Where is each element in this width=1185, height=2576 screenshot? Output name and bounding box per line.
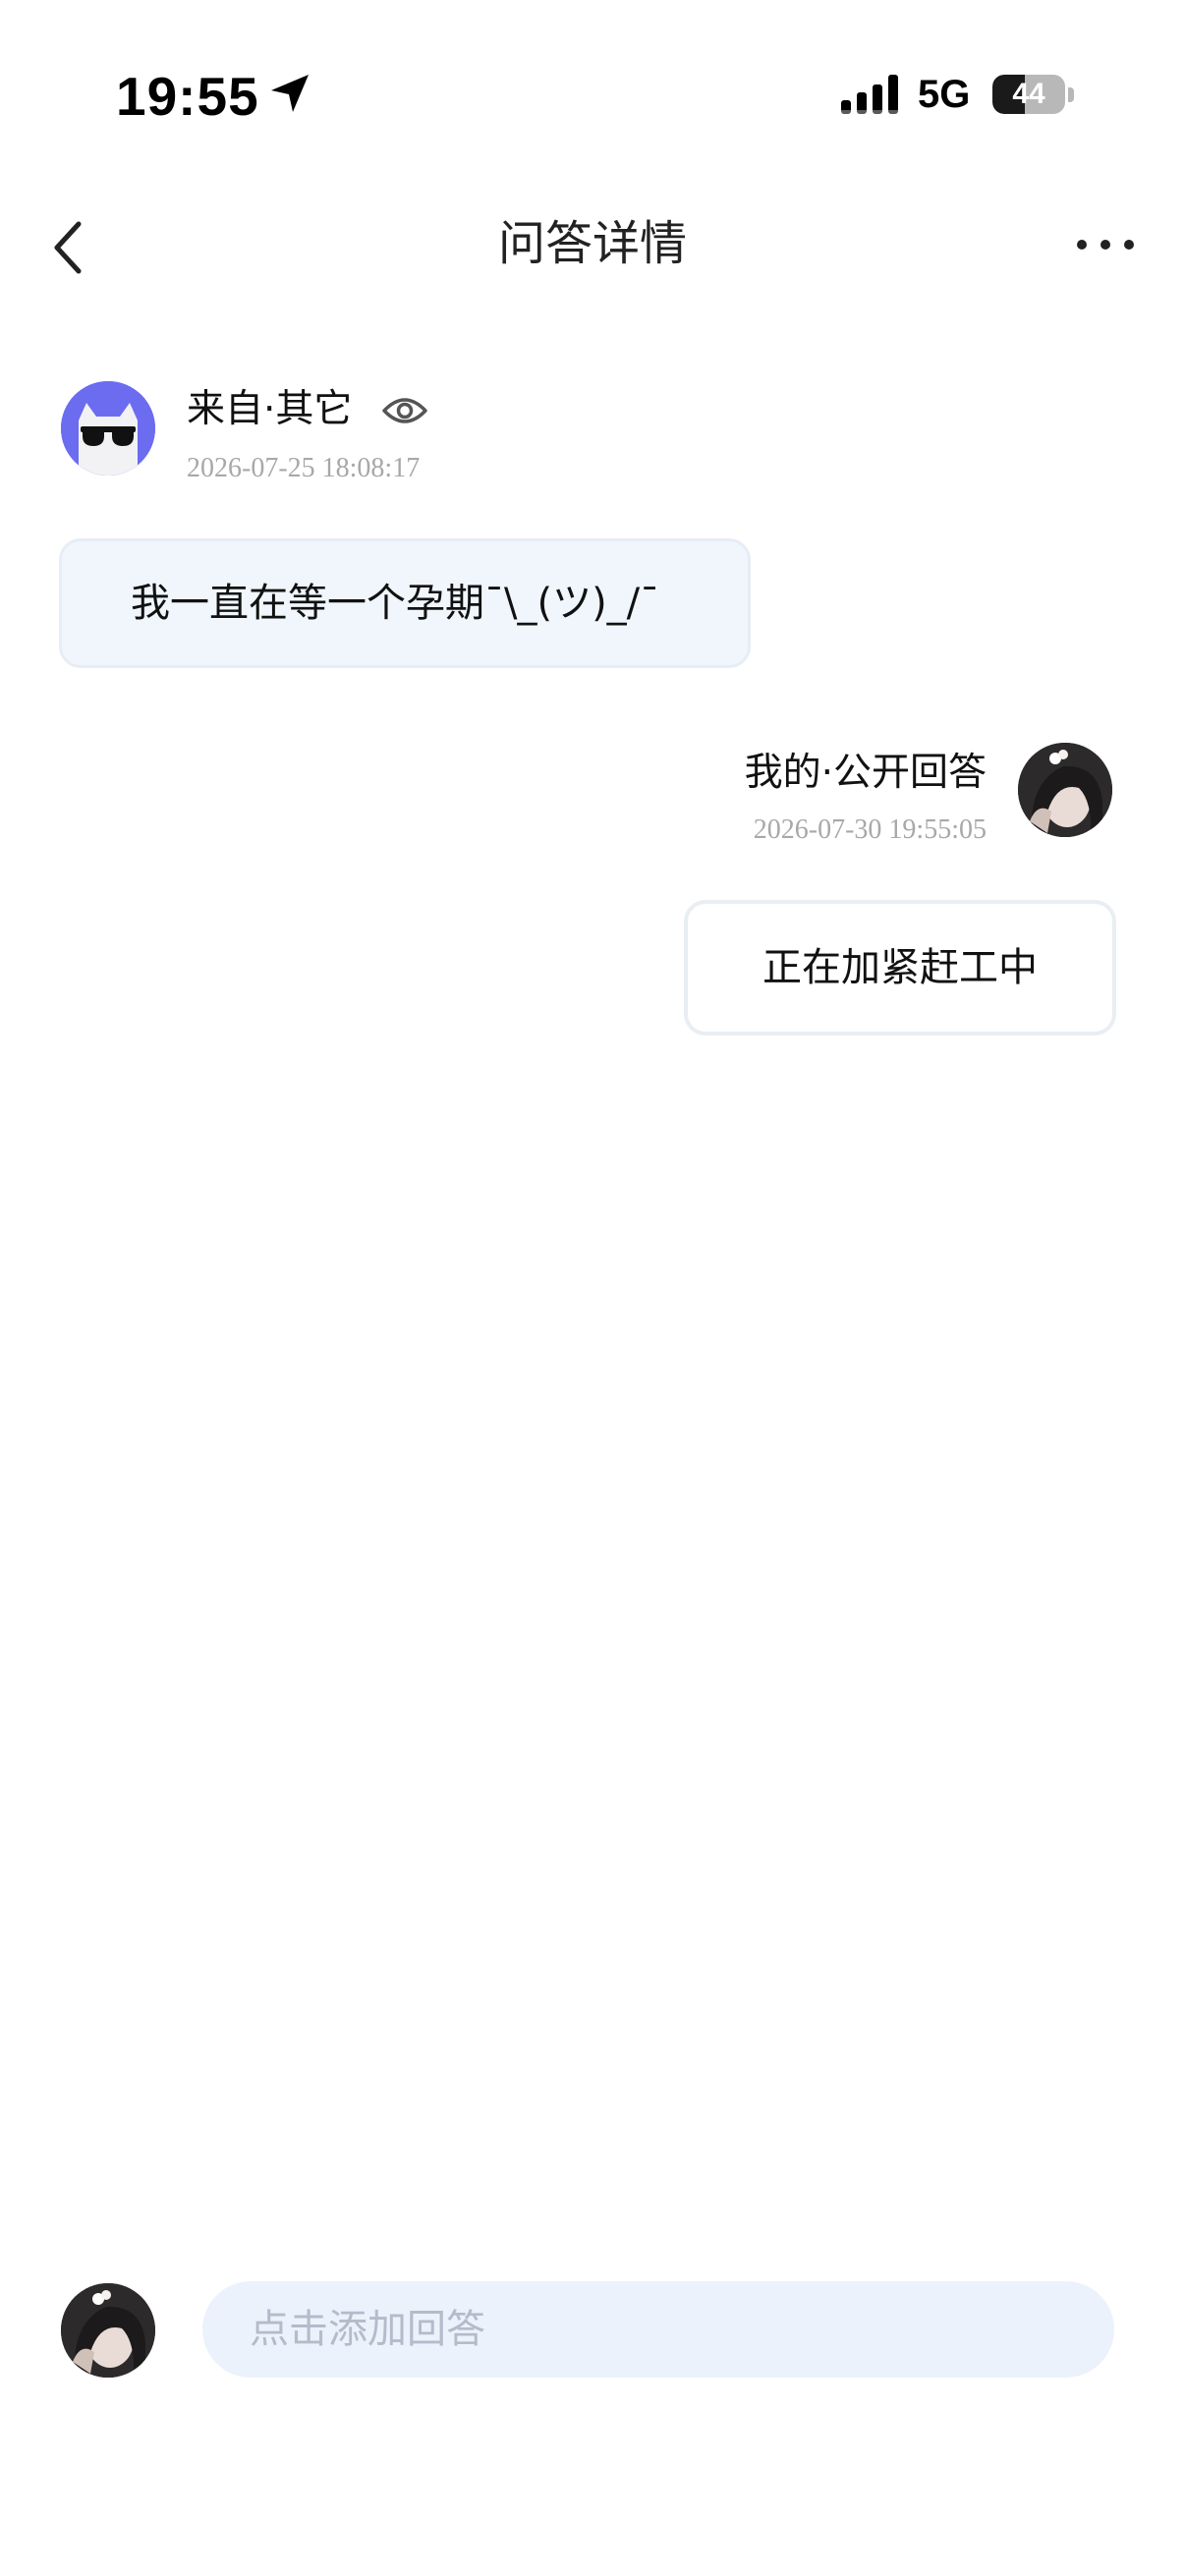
more-horizontal-icon — [1077, 240, 1134, 250]
location-arrow-icon — [267, 71, 312, 116]
answer-timestamp: 2026-07-30 19:55:05 — [753, 814, 987, 845]
battery-icon: 44 — [992, 75, 1065, 114]
more-options-button[interactable] — [1071, 220, 1140, 269]
add-answer-input[interactable] — [202, 2281, 1114, 2378]
answer-text: 正在加紧赶工中 — [762, 945, 1038, 990]
battery-percent: 44 — [1012, 78, 1045, 110]
status-time: 19:55 — [116, 66, 259, 127]
battery-cap — [1068, 87, 1074, 102]
user-photo-avatar-icon — [1018, 743, 1112, 837]
network-type: 5G — [918, 73, 971, 116]
answerer-avatar[interactable] — [1018, 743, 1112, 837]
question-timestamp: 2026-07-25 18:08:17 — [187, 453, 421, 483]
page-title: 问答详情 — [497, 216, 687, 271]
answer-bubble: 正在加紧赶工中 — [684, 900, 1116, 1036]
question-bubble: 我一直在等一个孕期¯\_(ツ)_/¯ — [59, 538, 751, 668]
question-source-label: 来自·其它 — [187, 387, 353, 431]
cellular-signal-icon — [841, 75, 902, 116]
question-text: 我一直在等一个孕期¯\_(ツ)_/¯ — [131, 581, 660, 626]
user-photo-avatar-icon — [61, 2283, 155, 2378]
status-bar: 19:55 5G 44 — [0, 0, 1185, 187]
answer-author-label: 我的·公开回答 — [744, 751, 987, 795]
asker-avatar[interactable] — [61, 381, 155, 476]
cat-sunglasses-avatar-icon — [61, 381, 155, 476]
compose-avatar — [61, 2283, 155, 2378]
eye-icon[interactable] — [381, 391, 428, 430]
